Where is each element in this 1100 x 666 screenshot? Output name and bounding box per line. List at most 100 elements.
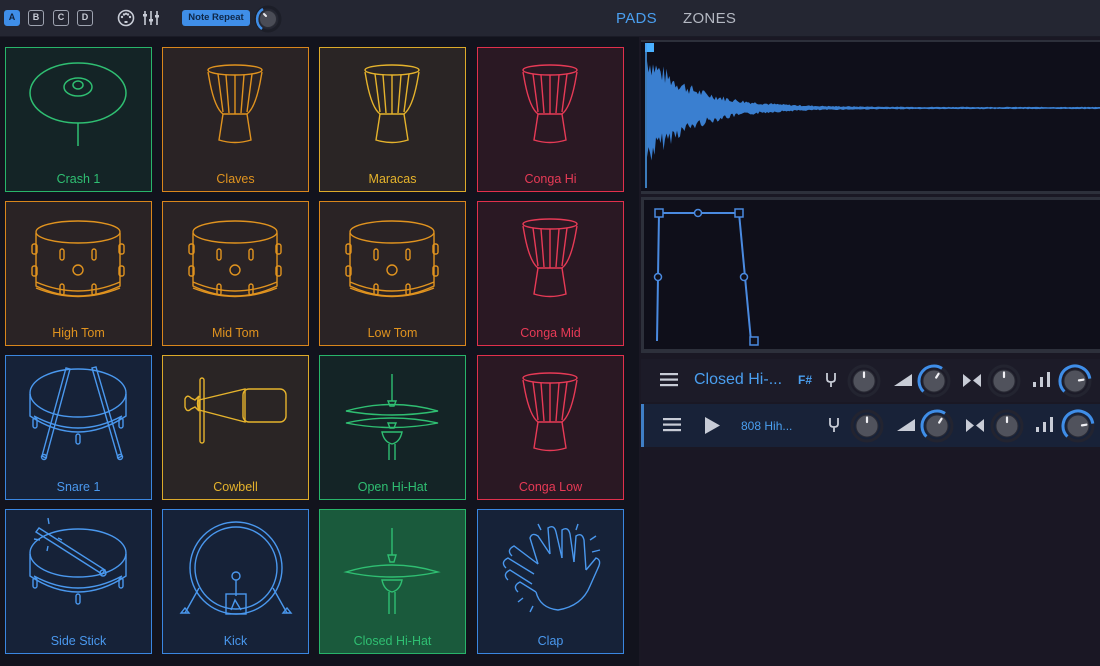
midi-icon[interactable] — [117, 9, 135, 27]
knob-graphic — [987, 364, 1021, 398]
pad-snare-1[interactable]: Snare 1 — [5, 355, 152, 500]
volume-knob[interactable] — [916, 363, 952, 399]
pad-conga-hi[interactable]: Conga Hi — [477, 47, 624, 192]
pad-claves[interactable]: Claves — [162, 47, 309, 192]
tune-knob[interactable] — [846, 363, 882, 399]
pad-label: Snare 1 — [56, 480, 101, 494]
knob-body — [1066, 414, 1090, 438]
pad-label: Claves — [216, 172, 255, 186]
volume-knob[interactable] — [919, 408, 955, 444]
waveform — [645, 43, 1100, 188]
mixer-icon[interactable] — [142, 9, 160, 27]
pad-open-hihat[interactable]: Open Hi-Hat — [319, 355, 466, 500]
pad-label: Maracas — [368, 172, 417, 186]
pan-knob[interactable] — [989, 408, 1025, 444]
tom-drum-icon — [188, 220, 282, 298]
pad-clap[interactable]: Clap — [477, 509, 624, 654]
pad-low-tom[interactable]: Low Tom — [319, 201, 466, 346]
envelope-release-point[interactable] — [749, 336, 759, 346]
layer-row[interactable]: Closed Hi-... F# — [641, 359, 1100, 402]
pad-label: Side Stick — [50, 634, 107, 648]
pad-label: Cowbell — [213, 480, 258, 494]
envelope-curve — [653, 208, 759, 346]
knob-graphic — [920, 409, 954, 443]
bank-d-button[interactable]: D — [77, 10, 93, 26]
knob-indicator — [1080, 423, 1088, 427]
tuning-fork-icon — [826, 373, 836, 387]
tab-zones[interactable]: ZONES — [683, 10, 736, 27]
knob-body — [925, 414, 949, 438]
pad-label: Closed Hi-Hat — [353, 634, 432, 648]
waveform-shape — [647, 60, 1100, 161]
pad-kick[interactable]: Kick — [162, 509, 309, 654]
knob-graphic — [1061, 409, 1095, 443]
pad-high-tom[interactable]: High Tom — [5, 201, 152, 346]
sample-row[interactable]: 808 Hih... — [641, 404, 1100, 447]
pan-knob[interactable] — [986, 363, 1022, 399]
djembe-icon — [522, 372, 578, 452]
envelope-attack-curve-handle[interactable] — [653, 272, 663, 282]
pad-label: Clap — [537, 634, 564, 648]
envelope-hold-point[interactable] — [734, 208, 744, 218]
cowbell-icon — [184, 377, 287, 444]
djembe-icon — [207, 64, 263, 144]
envelope-decay-curve-handle[interactable] — [739, 272, 749, 282]
envelope-attack-point[interactable] — [654, 208, 664, 218]
djembe-icon — [522, 218, 578, 298]
tom-drum-icon — [345, 220, 439, 298]
pad-cowbell[interactable]: Cowbell — [162, 355, 309, 500]
velocity-bars-icon — [1033, 372, 1050, 387]
volume-ramp-icon — [897, 419, 915, 431]
pad-label: Conga Mid — [520, 326, 581, 340]
djembe-icon — [364, 64, 420, 144]
menu-icon[interactable] — [663, 418, 681, 432]
waveform-display[interactable] — [641, 40, 1100, 194]
note-repeat-rate-knob[interactable] — [254, 5, 282, 33]
bank-c-button[interactable]: C — [53, 10, 69, 26]
kick-drum-icon — [179, 521, 293, 615]
pad-maracas[interactable]: Maracas — [319, 47, 466, 192]
pad-crash-1[interactable]: Crash 1 — [5, 47, 152, 192]
tab-pads[interactable]: PADS — [616, 10, 657, 27]
knob-graphic — [990, 409, 1024, 443]
velocity-bars-icon — [1036, 417, 1053, 432]
pad-conga-mid[interactable]: Conga Mid — [477, 201, 624, 346]
pad-conga-low[interactable]: Conga Low — [477, 355, 624, 500]
envelope-hold-curve-handle[interactable] — [693, 208, 703, 218]
tuning-fork-icon — [829, 418, 839, 432]
pan-icon — [963, 374, 981, 387]
pad-label: Low Tom — [367, 326, 418, 340]
pad-label: Crash 1 — [56, 172, 101, 186]
play-icon[interactable] — [704, 417, 720, 434]
velocity-knob[interactable] — [1057, 363, 1093, 399]
side-stick-icon — [29, 517, 127, 605]
bank-a-button[interactable]: A — [4, 10, 20, 26]
bank-b-button[interactable]: B — [28, 10, 44, 26]
pad-label: Mid Tom — [211, 326, 259, 340]
open-hihat-icon — [345, 374, 439, 460]
pan-icon — [966, 419, 984, 432]
pad-closed-hihat[interactable]: Closed Hi-Hat — [319, 509, 466, 654]
tom-drum-icon — [31, 220, 125, 298]
menu-icon[interactable] — [660, 373, 678, 387]
clap-icon — [502, 523, 601, 613]
knob-indicator — [1077, 378, 1085, 382]
pad-side-stick[interactable]: Side Stick — [5, 509, 152, 654]
layer-root-key[interactable]: F# — [798, 373, 812, 387]
sample-name[interactable]: 808 Hih... — [741, 419, 792, 433]
velocity-knob[interactable] — [1060, 408, 1096, 444]
knob-body — [1063, 369, 1087, 393]
knob-graphic — [917, 364, 951, 398]
knob-graphic — [847, 364, 881, 398]
pad-label: Conga Hi — [524, 172, 577, 186]
tune-knob[interactable] — [849, 408, 885, 444]
pad-mid-tom[interactable]: Mid Tom — [162, 201, 309, 346]
envelope-editor[interactable] — [641, 197, 1100, 353]
pad-label: Open Hi-Hat — [357, 480, 428, 494]
knob-graphic — [1058, 364, 1092, 398]
knob-body — [922, 369, 946, 393]
snare-drum-icon — [29, 366, 127, 461]
note-repeat-button[interactable]: Note Repeat — [182, 10, 250, 26]
layer-title[interactable]: Closed Hi-... — [694, 371, 782, 389]
pad-label: High Tom — [52, 326, 105, 340]
